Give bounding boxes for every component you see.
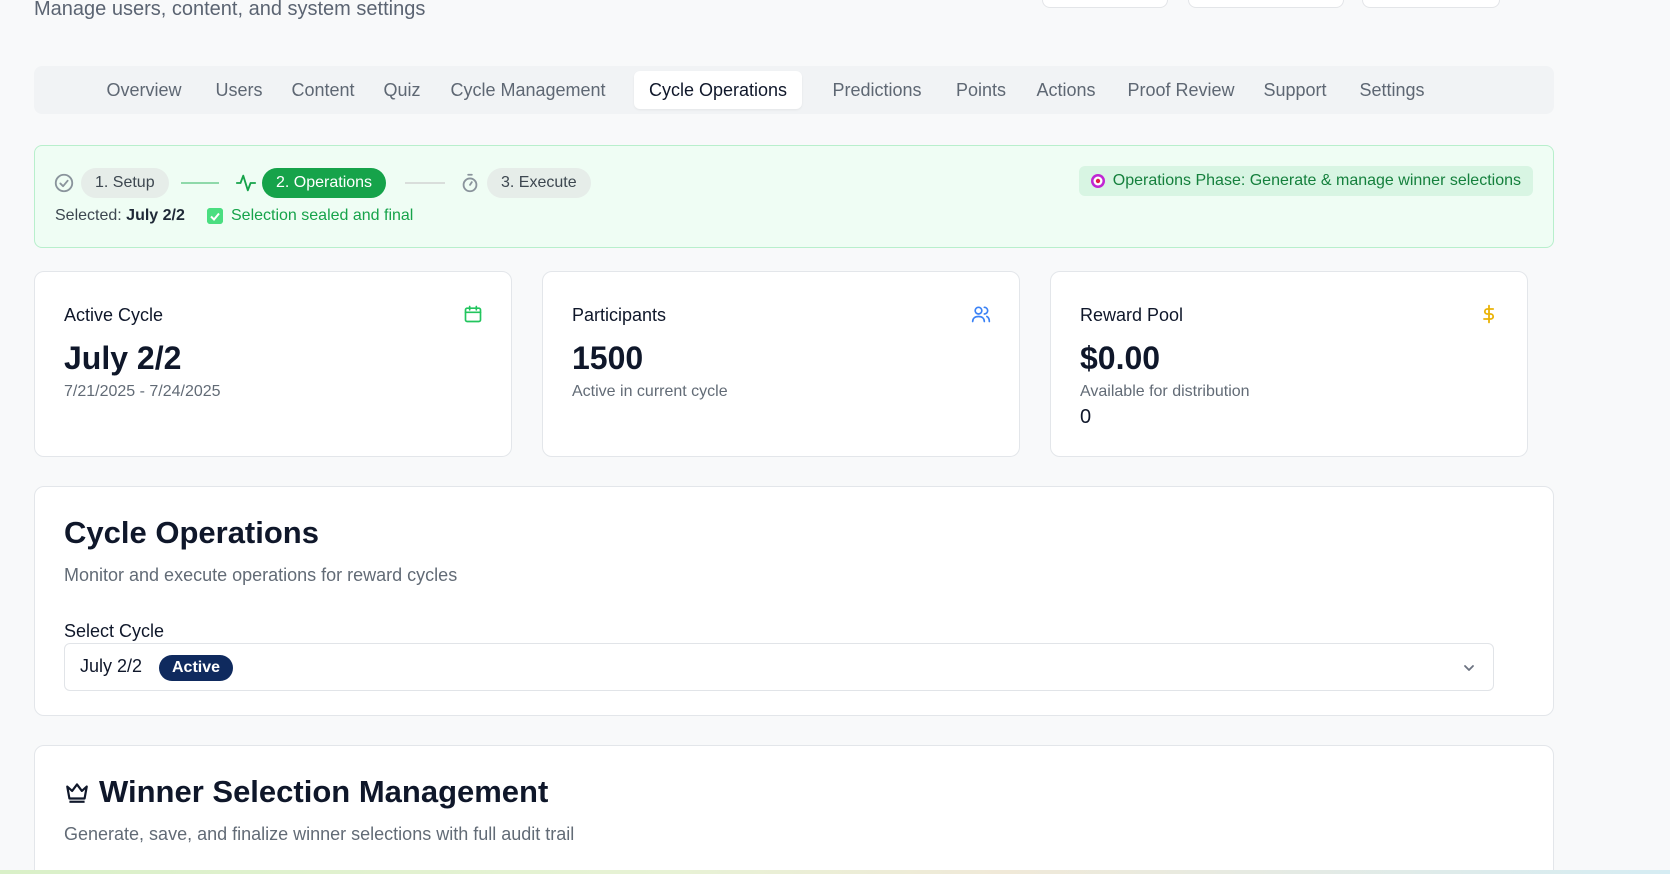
header-button-3[interactable] (1362, 0, 1500, 8)
status-badge: Active (159, 655, 234, 681)
step-connector (181, 182, 219, 184)
phase-badge: Operations Phase: Generate & manage winn… (1078, 166, 1533, 196)
select-value: July 2/2 (80, 656, 143, 676)
select-cycle-label: Select Cycle (64, 621, 165, 641)
sealed-text: Selection sealed and final (231, 207, 414, 224)
tab-cycle-management[interactable]: Cycle Management (440, 71, 616, 109)
tab-settings[interactable]: Settings (1346, 71, 1438, 109)
selected-value: July 2/2 (126, 207, 185, 224)
select-cycle-dropdown[interactable]: July 2/2 Active (64, 643, 1494, 691)
users-icon (971, 306, 991, 323)
step-operations[interactable]: 2. Operations (262, 168, 387, 198)
section-title: Winner Selection Management (99, 774, 549, 809)
header-button-1[interactable] (1042, 0, 1168, 8)
stat-subtitle: Active in current cycle (572, 383, 728, 400)
tab-predictions[interactable]: Predictions (818, 71, 936, 109)
cycle-operations-card: Cycle Operations Monitor and execute ope… (34, 486, 1554, 716)
sealed-status: Selection sealed and final (207, 207, 413, 225)
checkbox-icon (207, 208, 223, 224)
active-cycle-card: Active Cycle July 2/2 7/21/2025 - 7/24/2… (34, 271, 512, 457)
step-execute[interactable]: 3. Execute (487, 168, 591, 198)
section-title: Cycle Operations (64, 515, 319, 550)
tab-bar: Overview Users Content Quiz Cycle Manage… (34, 66, 1554, 114)
selected-cycle: Selected: July 2/2 (55, 207, 185, 225)
stat-title: Participants (572, 305, 667, 325)
tab-support[interactable]: Support (1254, 71, 1336, 109)
header-button-2[interactable] (1188, 0, 1344, 8)
section-description: Monitor and execute operations for rewar… (64, 565, 458, 585)
tab-actions[interactable]: Actions (1024, 71, 1108, 109)
stat-value: 1500 (572, 340, 644, 376)
reward-pool-card: Reward Pool $0.00 Available for distribu… (1050, 271, 1528, 457)
tab-overview[interactable]: Overview (90, 71, 198, 109)
target-icon (1090, 174, 1105, 188)
step-connector (405, 182, 445, 184)
section-description: Generate, save, and finalize winner sele… (64, 824, 575, 844)
bottom-gradient-bar (0, 870, 1670, 874)
stat-title: Active Cycle (64, 305, 164, 325)
stat-value: July 2/2 (64, 340, 182, 376)
selected-prefix: Selected: (55, 207, 122, 224)
tab-proof-review[interactable]: Proof Review (1118, 71, 1244, 109)
tab-points[interactable]: Points (946, 71, 1016, 109)
crown-icon (66, 783, 88, 803)
page-subtitle: Manage users, content, and system settin… (34, 0, 426, 20)
chevron-down-icon (1464, 665, 1474, 671)
stat-subtitle: Available for distribution (1080, 383, 1250, 400)
phase-banner: 1. Setup 2. Operations 3. Execute Operat… (34, 145, 1554, 248)
step-setup[interactable]: 1. Setup (81, 168, 169, 198)
check-circle-icon (54, 173, 74, 193)
stat-extra-value: 0 (1080, 406, 1092, 428)
stat-title: Reward Pool (1080, 305, 1184, 325)
winner-selection-card: Winner Selection Management Generate, sa… (34, 745, 1554, 874)
tab-content[interactable]: Content (280, 71, 366, 109)
participants-card: Participants 1500 Active in current cycl… (542, 271, 1020, 457)
timer-icon (462, 173, 478, 193)
calendar-icon (464, 305, 482, 323)
stat-value: $0.00 (1080, 340, 1161, 376)
tab-users[interactable]: Users (204, 71, 274, 109)
tab-cycle-operations[interactable]: Cycle Operations (634, 71, 802, 109)
tab-quiz[interactable]: Quiz (372, 71, 432, 109)
dollar-icon (1483, 304, 1495, 324)
activity-icon (235, 174, 257, 192)
phase-badge-text: Operations Phase: Generate & manage winn… (1112, 172, 1521, 189)
stat-subtitle: 7/21/2025 - 7/24/2025 (64, 383, 221, 400)
